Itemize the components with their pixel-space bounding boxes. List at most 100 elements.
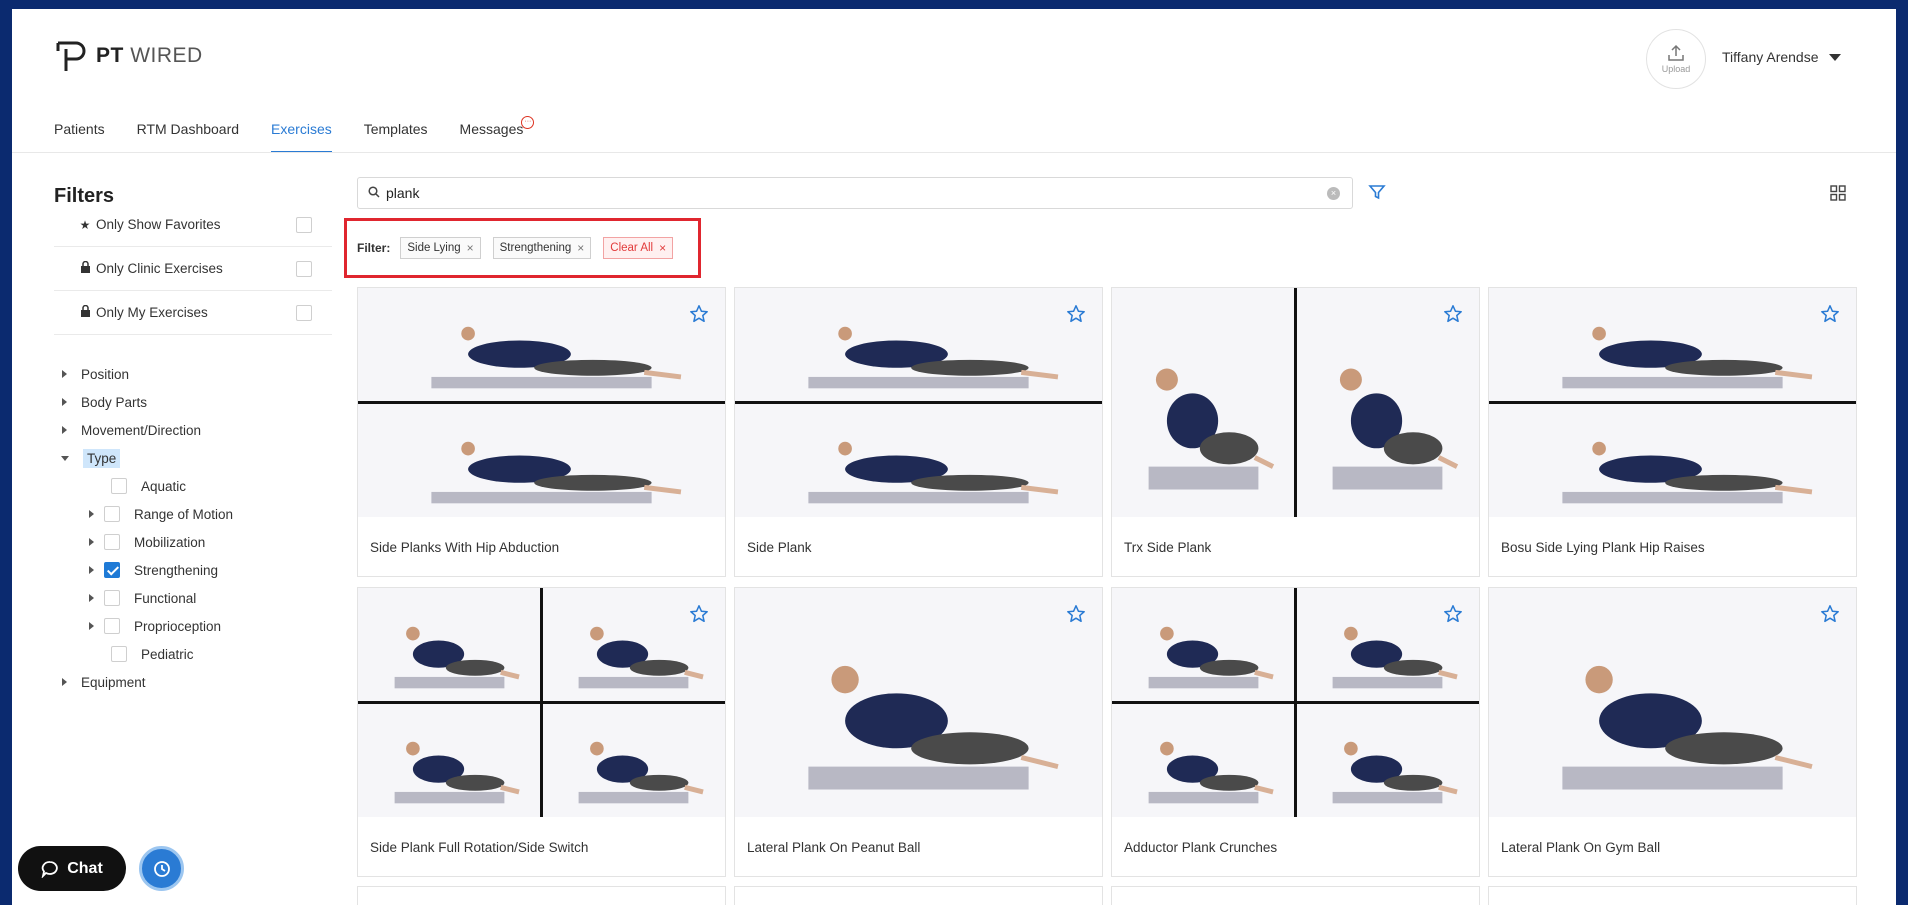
favorite-star-icon[interactable] (1066, 604, 1086, 629)
strengthening-checkbox[interactable] (104, 562, 120, 578)
brand-logo[interactable]: PT WIRED (54, 39, 203, 73)
tab-rtm-dashboard[interactable]: RTM Dashboard (137, 121, 239, 153)
option-clinic[interactable]: Only Clinic Exercises (54, 247, 332, 291)
exercise-card[interactable]: Lateral Plank On Gym Ball (1488, 587, 1857, 877)
exercise-card[interactable] (1111, 886, 1480, 905)
exercise-card[interactable]: Side Plank Full Rotation/Side Switch (357, 587, 726, 877)
support-icon (153, 860, 170, 877)
clear-all-button[interactable]: Clear All × (603, 237, 674, 259)
tree-item-functional[interactable]: Functional (89, 587, 196, 609)
option-label: Only Show Favorites (96, 217, 221, 232)
favorites-checkbox[interactable] (296, 216, 312, 233)
tree-label: Aquatic (141, 478, 187, 494)
tree-item-range-of-motion[interactable]: Range of Motion (89, 503, 233, 525)
exercise-card[interactable] (1488, 886, 1857, 905)
clear-search-icon[interactable]: × (1327, 187, 1340, 200)
search-input[interactable]: plank × (357, 177, 1353, 209)
tab-exercises[interactable]: Exercises (271, 121, 332, 153)
favorite-star-icon[interactable] (689, 304, 709, 329)
chevron-right-icon (62, 370, 67, 378)
search-icon (368, 185, 380, 201)
exercise-title[interactable]: Side Planks With Hip Abduction (370, 540, 559, 555)
exercise-card[interactable] (357, 886, 726, 905)
exercise-title[interactable]: Side Plank (747, 540, 812, 555)
tree-item-equipment[interactable]: Equipment (62, 671, 146, 693)
exercise-thumbnail[interactable] (1112, 288, 1479, 517)
chat-button[interactable]: Chat (18, 846, 126, 891)
lock-icon (74, 260, 96, 276)
exercise-card[interactable] (734, 886, 1103, 905)
mobilization-checkbox[interactable] (104, 534, 120, 550)
exercise-title[interactable]: Side Plank Full Rotation/Side Switch (370, 840, 588, 855)
clear-all-label: Clear All (610, 242, 654, 254)
exercise-card[interactable]: Trx Side Plank (1111, 287, 1480, 577)
my-exercises-checkbox[interactable] (296, 304, 312, 321)
favorite-star-icon[interactable] (1443, 604, 1463, 629)
tab-patients[interactable]: Patients (54, 121, 105, 153)
exercise-title[interactable]: Lateral Plank On Gym Ball (1501, 840, 1660, 855)
favorite-star-icon[interactable] (689, 604, 709, 629)
aquatic-checkbox[interactable] (111, 478, 127, 494)
exercise-thumbnail[interactable] (1489, 588, 1856, 817)
tree-item-pediatric[interactable]: Pediatric (101, 643, 194, 665)
tree-item-proprioception[interactable]: Proprioception (89, 615, 221, 637)
exercise-thumbnail[interactable] (1112, 588, 1479, 817)
tab-messages[interactable]: Messages ··· (460, 116, 535, 153)
filter-chip-strengthening[interactable]: Strengthening × (492, 237, 592, 259)
functional-checkbox[interactable] (104, 590, 120, 606)
chevron-right-icon (89, 566, 94, 574)
help-button[interactable] (139, 846, 184, 891)
filter-funnel-icon[interactable] (1368, 183, 1386, 206)
active-filters-bar: Filter: Side Lying × Strengthening × Cle… (344, 218, 701, 278)
main-nav: Patients RTM Dashboard Exercises Templat… (54, 116, 555, 153)
proprioception-checkbox[interactable] (104, 618, 120, 634)
tree-item-body-parts[interactable]: Body Parts (62, 391, 147, 413)
exercise-thumbnail[interactable] (1489, 288, 1856, 517)
filter-chip-side-lying[interactable]: Side Lying × (400, 237, 481, 259)
range-of-motion-checkbox[interactable] (104, 506, 120, 522)
exercise-title[interactable]: Trx Side Plank (1124, 540, 1211, 555)
exercise-card[interactable]: Lateral Plank On Peanut Ball (734, 587, 1103, 877)
app-window: PT WIRED Upload Tiffany Arendse Patients… (12, 9, 1896, 905)
option-label: Only My Exercises (96, 305, 208, 320)
exercise-card[interactable]: Adductor Plank Crunches (1111, 587, 1480, 877)
favorite-star-icon[interactable] (1820, 304, 1840, 329)
exercise-title[interactable]: Bosu Side Lying Plank Hip Raises (1501, 540, 1705, 555)
exercise-thumbnail[interactable] (735, 288, 1102, 517)
exercise-thumbnail[interactable] (358, 588, 725, 817)
tree-label: Proprioception (134, 618, 222, 634)
user-name: Tiffany Arendse (1722, 49, 1819, 65)
brand-name: PT WIRED (96, 44, 203, 67)
exercise-card[interactable]: Bosu Side Lying Plank Hip Raises (1488, 287, 1857, 577)
exercise-title[interactable]: Lateral Plank On Peanut Ball (747, 840, 920, 855)
tree-label: Position (81, 366, 130, 382)
pt-logo-icon (56, 41, 86, 71)
tree-label: Type (83, 448, 121, 468)
tree-item-strengthening[interactable]: Strengthening (89, 559, 218, 581)
tree-item-aquatic[interactable]: Aquatic (101, 475, 186, 497)
tree-item-position[interactable]: Position (62, 363, 129, 385)
tree-item-movement[interactable]: Movement/Direction (62, 419, 201, 441)
grid-view-icon[interactable] (1830, 185, 1846, 206)
option-my-exercises[interactable]: Only My Exercises (54, 291, 332, 335)
tree-item-type[interactable]: Type (61, 447, 121, 469)
exercise-thumbnail[interactable] (358, 288, 725, 517)
favorite-star-icon[interactable] (1066, 304, 1086, 329)
tree-item-mobilization[interactable]: Mobilization (89, 531, 205, 553)
option-favorites[interactable]: ★ Only Show Favorites (54, 203, 332, 247)
tree-label: Equipment (81, 674, 146, 690)
remove-chip-icon[interactable]: × (467, 241, 474, 255)
chevron-right-icon (62, 426, 67, 434)
tab-templates[interactable]: Templates (364, 121, 428, 153)
favorite-star-icon[interactable] (1443, 304, 1463, 329)
exercise-card[interactable]: Side Plank (734, 287, 1103, 577)
exercise-thumbnail[interactable] (735, 588, 1102, 817)
upload-button[interactable]: Upload (1646, 29, 1706, 89)
user-menu[interactable]: Tiffany Arendse (1722, 49, 1841, 65)
exercise-card[interactable]: Side Planks With Hip Abduction (357, 287, 726, 577)
exercise-title[interactable]: Adductor Plank Crunches (1124, 840, 1277, 855)
clinic-checkbox[interactable] (296, 260, 312, 277)
pediatric-checkbox[interactable] (111, 646, 127, 662)
remove-chip-icon[interactable]: × (577, 241, 584, 255)
favorite-star-icon[interactable] (1820, 604, 1840, 629)
